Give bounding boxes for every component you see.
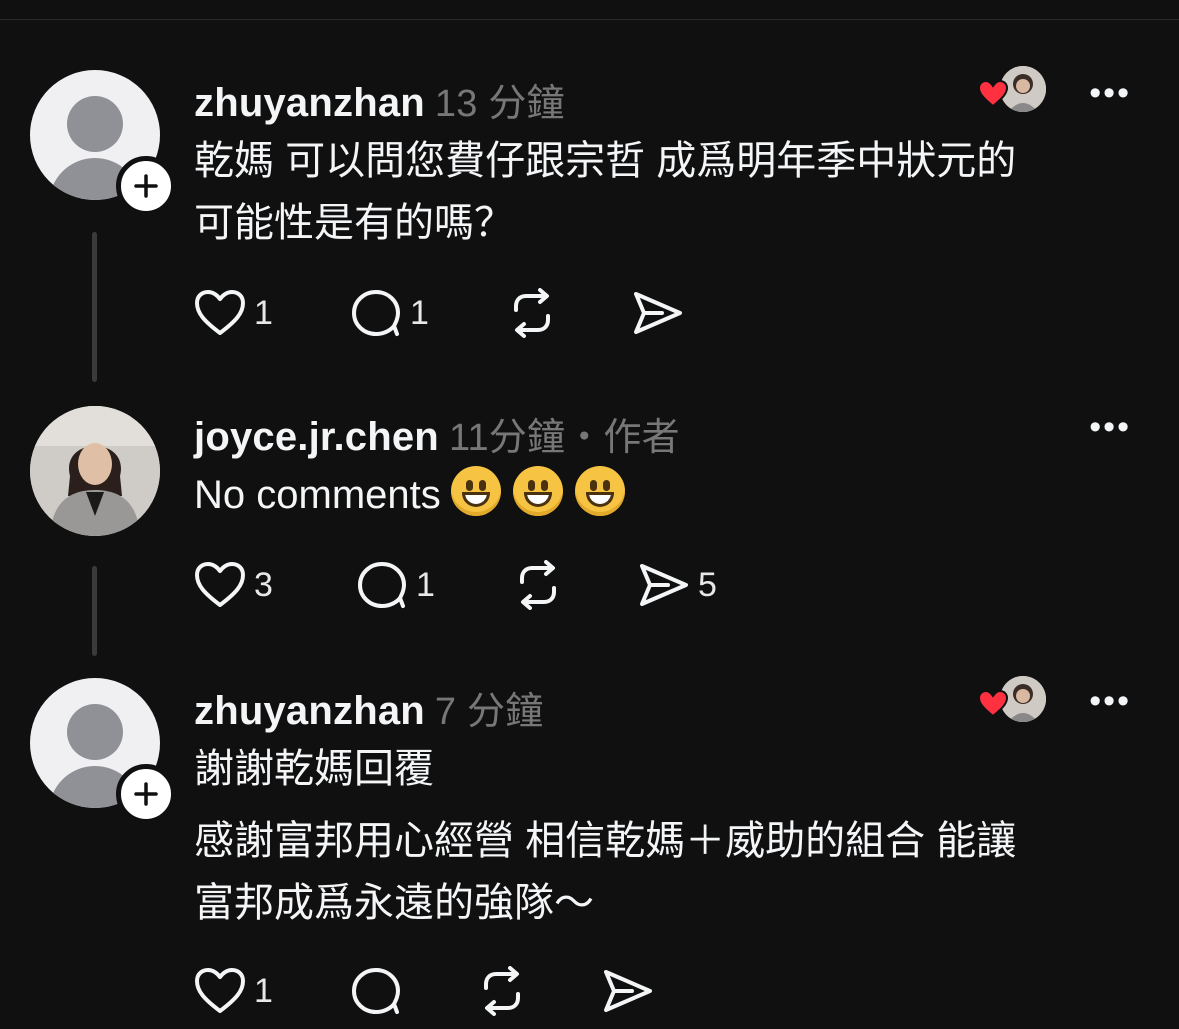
like-count: 1 [254,293,273,332]
username[interactable]: zhuyanzhan 7 分鐘 [194,680,543,735]
follow-button[interactable] [116,156,176,216]
like-count: 3 [254,565,273,604]
liked-by-author-indicator [978,66,1046,114]
heart-outline-icon [195,562,245,607]
thread-line [92,566,97,656]
repost-icon [514,288,550,338]
more-icon[interactable]: ••• [1089,408,1131,447]
more-icon[interactable]: ••• [1089,74,1131,113]
top-divider [0,19,1179,20]
repost-icon [520,560,556,610]
like-count: 1 [254,971,273,1010]
post-text-line: No comments [194,473,441,517]
timestamp: 13 分鐘 [434,83,565,125]
heart-filled-icon [978,690,1008,718]
post-text: No comments [194,464,625,526]
avatar-column [30,678,176,824]
liked-by-author-indicator [978,676,1046,724]
send-icon [604,970,652,1012]
reply-button[interactable]: 1 [356,560,435,610]
plus-icon [134,174,158,198]
share-button[interactable] [632,288,684,338]
repost-button[interactable] [512,560,564,610]
share-button[interactable]: 5 [638,560,717,610]
post-text-line: 謝謝乾媽回覆 [194,747,434,791]
share-button[interactable] [602,966,654,1016]
reply-button[interactable]: 1 [350,288,429,338]
username[interactable]: joyce.jr.chen 11分鐘・作者 [194,406,680,461]
heart-outline-icon [195,968,245,1013]
grinning-emoji [574,466,625,516]
follow-button[interactable] [116,764,176,824]
post-text: 謝謝乾媽回覆 感謝富邦用心經營 相信乾媽＋威助的組合 能讓 富邦成爲永遠的強隊～ [194,738,1016,934]
post-text-line: 富邦成爲永遠的強隊～ [194,881,594,925]
reply-count: 1 [416,565,435,604]
grinning-emoji [512,466,563,516]
heart-outline-icon [195,290,245,335]
plus-icon [134,782,158,806]
timestamp: 11分鐘 [448,417,566,459]
post-text-line: 可能性是有的嗎？ [194,201,514,245]
avatar-column [30,70,176,216]
grinning-emoji [450,466,501,516]
post-text-line: 乾媽 可以問您費仔跟宗哲 成爲明年季中狀元的 [194,139,1017,183]
repost-icon [484,966,520,1016]
comment-bubble-icon [358,562,406,608]
more-icon[interactable]: ••• [1089,682,1131,721]
reply-count: 1 [410,293,429,332]
like-button[interactable]: 1 [194,288,273,338]
comment-bubble-icon [352,290,400,336]
timestamp: 7 分鐘 [434,691,544,733]
heart-filled-icon [978,80,1008,108]
repost-button[interactable] [476,966,528,1016]
post-text: 乾媽 可以問您費仔跟宗哲 成爲明年季中狀元的 可能性是有的嗎？ [194,130,1016,254]
repost-button[interactable] [506,288,558,338]
reply-button[interactable] [350,966,402,1016]
avatar-column [30,406,162,536]
thread-line [92,232,97,382]
send-icon [634,292,682,334]
comment-bubble-icon [352,968,400,1014]
send-icon [640,564,688,606]
share-count: 5 [698,565,717,604]
like-button[interactable]: 1 [194,966,273,1016]
post-text-line: 感謝富邦用心經營 相信乾媽＋威助的組合 能讓 [194,819,1017,863]
like-button[interactable]: 3 [194,560,273,610]
author-avatar[interactable] [30,406,160,536]
username[interactable]: zhuyanzhan 13 分鐘 [194,72,565,127]
author-tag: ・作者 [565,417,680,459]
